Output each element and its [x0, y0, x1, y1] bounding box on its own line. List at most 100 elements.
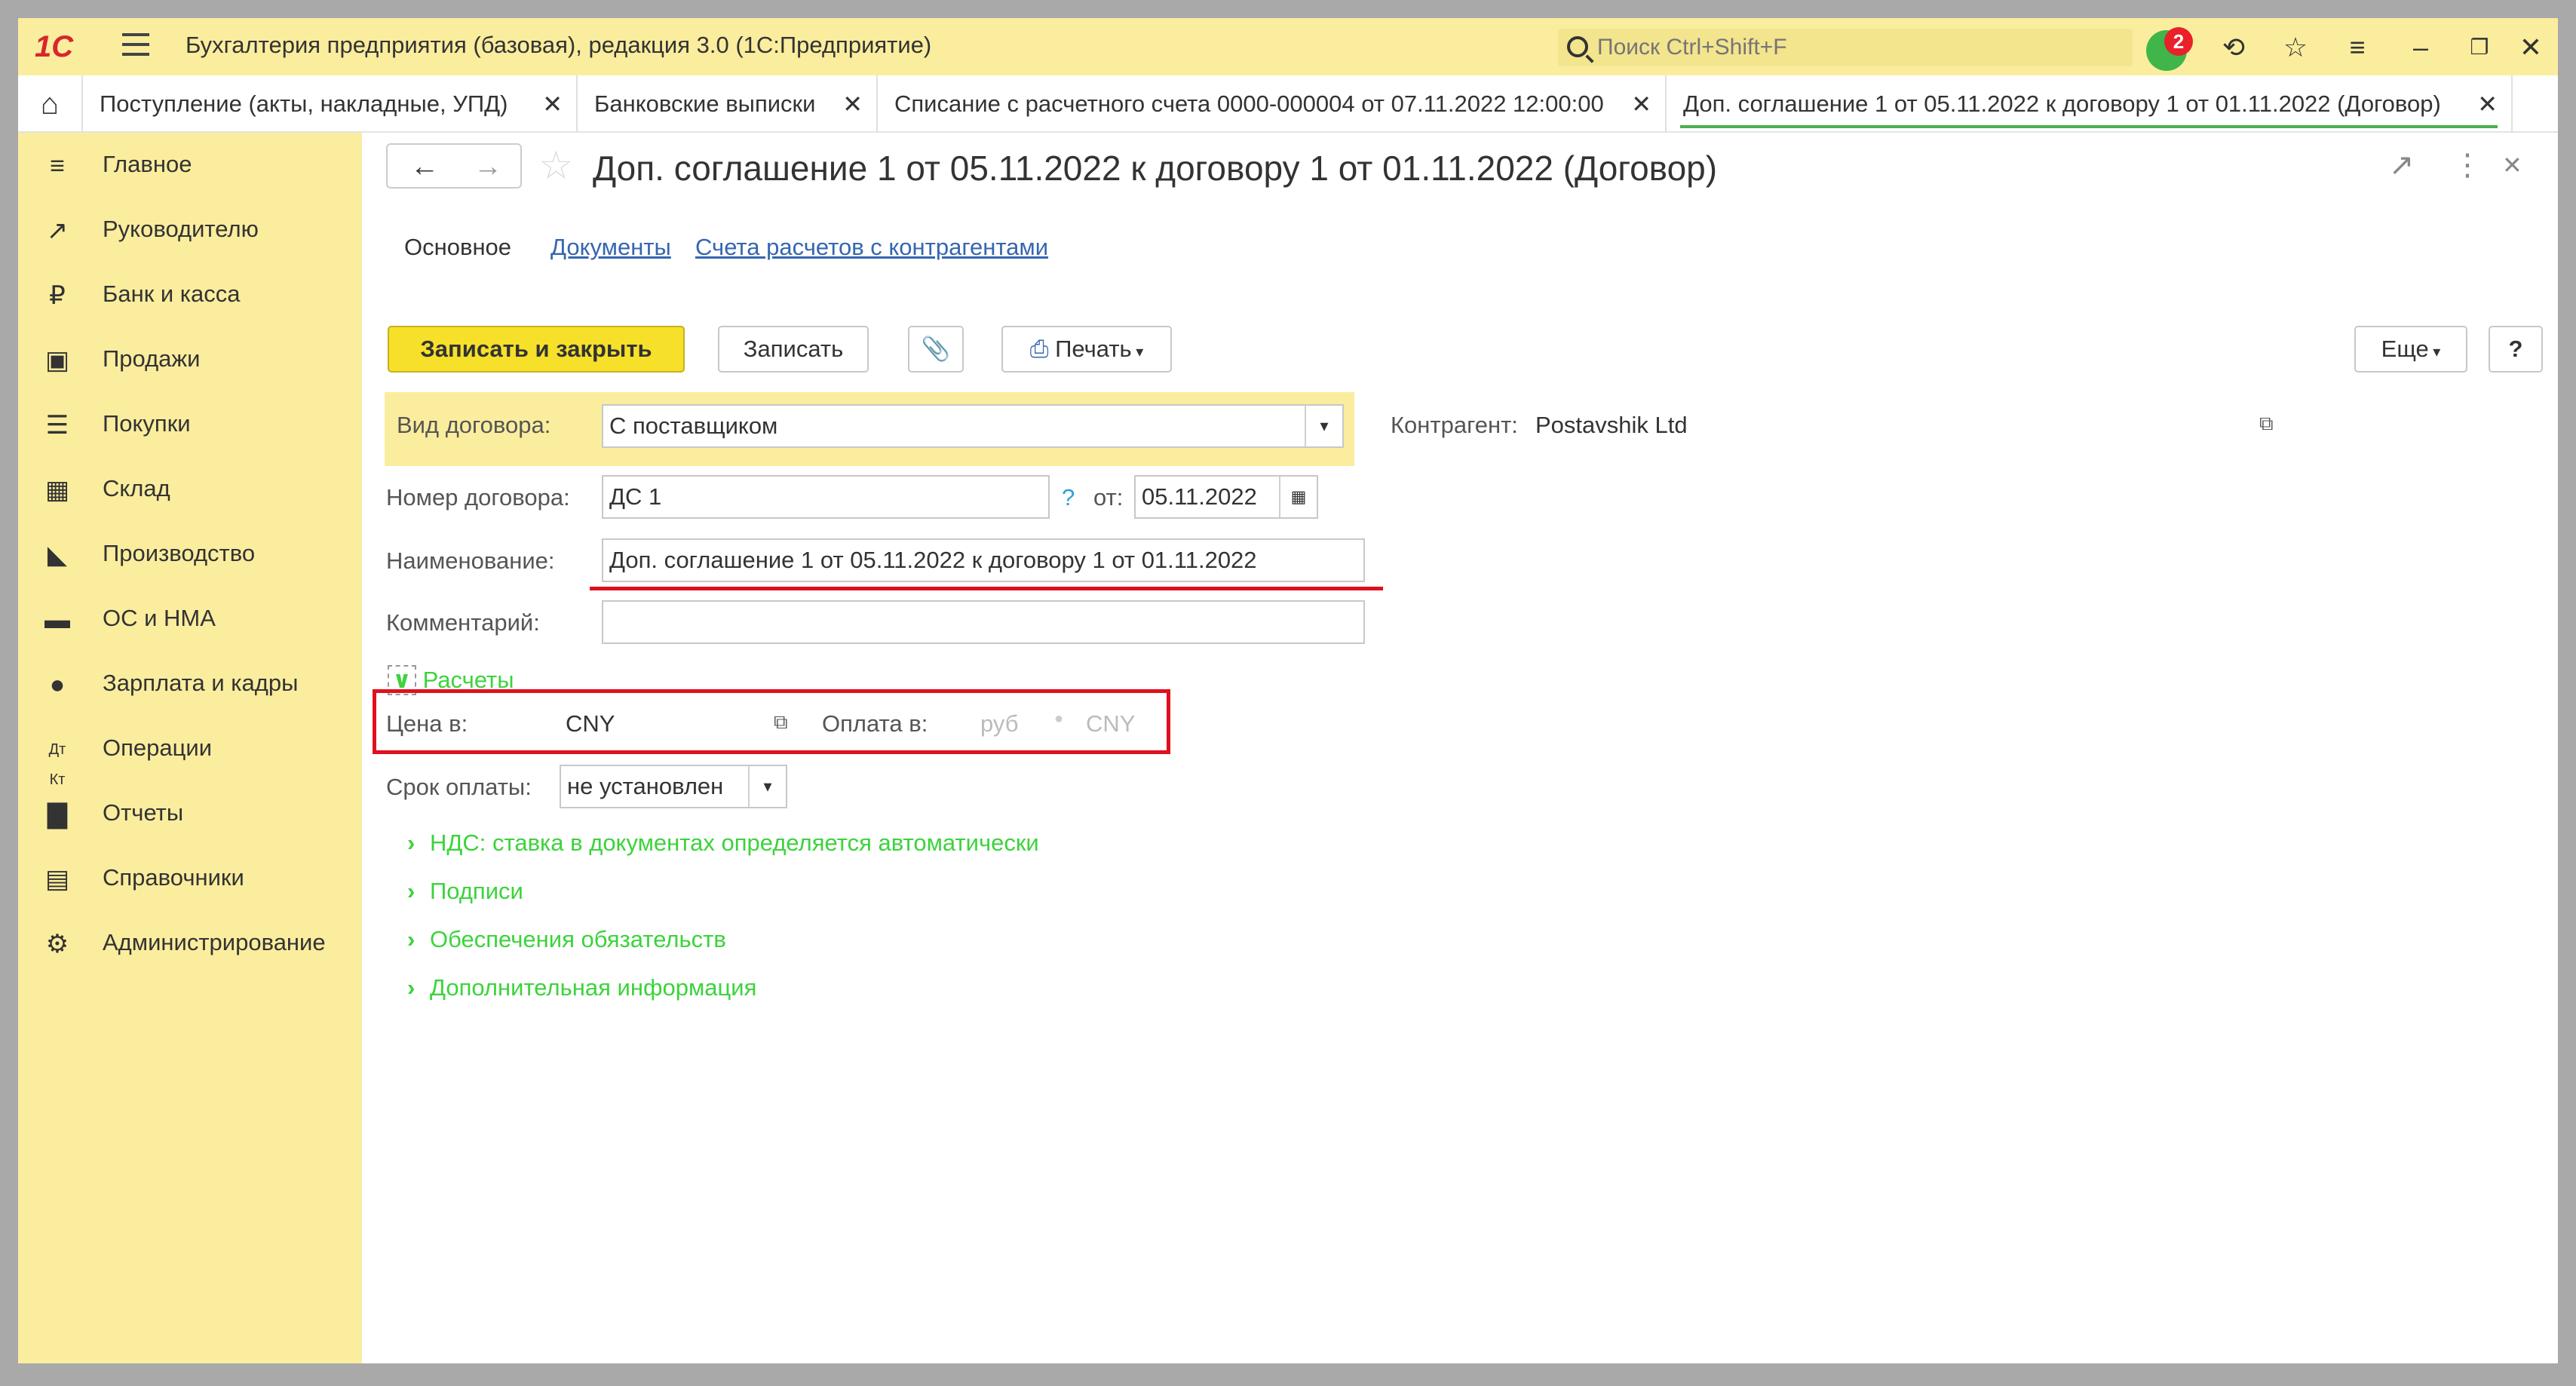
sidebar-item-main[interactable]: ≡ Главное — [18, 139, 362, 192]
calendar-icon[interactable]: ▦ — [1279, 477, 1317, 517]
payment-option-cny[interactable]: CNY — [1086, 710, 1135, 737]
close-tab-icon[interactable]: ✕ — [1631, 75, 1651, 133]
minimize-icon[interactable]: – — [2401, 29, 2440, 66]
tab-contract-amendment[interactable]: Доп. соглашение 1 от 05.11.2022 к догово… — [1667, 75, 2513, 133]
sidebar-item-reports[interactable]: ▇ Отчеты — [18, 787, 362, 840]
help-icon[interactable]: ? — [1062, 484, 1075, 511]
debit-credit-icon: Дт Кт — [48, 741, 66, 788]
home-icon[interactable]: ⌂ — [18, 75, 83, 133]
contract-number-label: Номер договора: — [386, 484, 570, 511]
sidebar-item-manager[interactable]: ↗ Руководителю — [18, 204, 362, 256]
main-menu-icon[interactable] — [122, 33, 149, 59]
cart-icon: ☰ — [45, 411, 69, 440]
more-button[interactable]: Еще ▾ — [2354, 326, 2467, 373]
save-and-close-button[interactable]: Записать и закрыть — [388, 326, 685, 373]
name-label: Наименование: — [386, 547, 555, 574]
book-icon: ▤ — [44, 865, 70, 894]
search-input[interactable] — [1597, 33, 2118, 62]
printer-icon: ⎙ — [1029, 336, 1056, 362]
open-counterparty-icon[interactable]: ⧉ — [2259, 412, 2274, 436]
menu-icon: ≡ — [50, 152, 65, 180]
tab-documents[interactable]: Документы — [550, 234, 671, 261]
chevron-right-icon: › — [407, 926, 416, 952]
counterparty-value[interactable]: Postavshik Ltd — [1535, 412, 1688, 439]
sidebar-item-bank[interactable]: ₽ Банк и касса — [18, 268, 362, 321]
print-button[interactable]: ⎙ Печать ▾ — [1001, 326, 1172, 373]
close-tab-icon[interactable]: ✕ — [2477, 75, 2498, 133]
sidebar-item-sales[interactable]: ▣ Продажи — [18, 333, 362, 386]
contract-number-input[interactable]: ДС 1 — [602, 475, 1050, 519]
tab-settlement-accounts[interactable]: Счета расчетов с контрагентами — [695, 234, 1048, 261]
obligations-section[interactable]: › Обеспечения обязательств — [407, 926, 726, 953]
tab-label: Доп. соглашение 1 от 05.11.2022 к догово… — [1683, 90, 2441, 117]
more-actions-icon[interactable]: ⋮ — [2452, 146, 2482, 184]
back-arrow-icon[interactable]: ← — [391, 149, 458, 184]
name-input[interactable]: Доп. соглашение 1 от 05.11.2022 к догово… — [602, 538, 1365, 582]
history-icon[interactable]: ⟲ — [2214, 29, 2253, 66]
dropdown-arrow-icon[interactable]: ▾ — [748, 766, 786, 807]
open-currency-icon[interactable]: ⧉ — [774, 710, 788, 734]
tab-label: Поступление (акты, накладные, УПД) — [100, 90, 508, 117]
close-window-icon[interactable]: ✕ — [2511, 29, 2550, 66]
shopping-bag-icon: ▣ — [44, 346, 70, 375]
date-label: от: — [1093, 484, 1124, 511]
sections-sidebar: ≡ Главное ↗ Руководителю ₽ Банк и касса ▣ Пр… — [18, 133, 362, 1363]
sidebar-item-admin[interactable]: ⚙ Администрирование — [18, 917, 362, 970]
sidebar-item-production[interactable]: ◣ Производство — [18, 528, 362, 581]
forward-arrow-icon[interactable]: → — [454, 149, 522, 184]
factory-icon: ◣ — [47, 541, 68, 569]
help-button[interactable]: ? — [2489, 326, 2543, 373]
currency-highlight-box — [373, 689, 1170, 754]
functions-menu-icon[interactable]: ≡ — [2338, 29, 2377, 66]
favorite-star-icon[interactable]: ☆ — [538, 143, 574, 189]
red-underline-highlight — [590, 587, 1383, 590]
bar-chart-icon: ▇ — [47, 800, 68, 829]
vat-section[interactable]: › НДС: ставка в документах определяется а… — [407, 829, 1039, 857]
payment-term-select[interactable]: не установлен ▾ — [560, 765, 787, 808]
attach-icon[interactable]: 📎 — [908, 326, 964, 373]
sidebar-item-purchases[interactable]: ☰ Покупки — [18, 398, 362, 451]
sidebar-item-catalogs[interactable]: ▤ Справочники — [18, 852, 362, 905]
tab-label: Списание с расчетного счета 0000-000004 … — [894, 90, 1604, 117]
price-currency-value[interactable]: CNY — [566, 710, 615, 737]
sidebar-item-warehouse[interactable]: ▦ Склад — [18, 463, 362, 516]
chevron-right-icon: › — [407, 974, 416, 1001]
counterparty-label: Контрагент: — [1391, 412, 1518, 438]
restore-icon[interactable]: ❐ — [2460, 29, 2499, 66]
sidebar-item-operations[interactable]: Дт Кт Операции — [18, 722, 362, 788]
signatures-section[interactable]: › Подписи — [407, 878, 523, 905]
close-tab-icon[interactable]: ✕ — [542, 75, 563, 133]
payment-in-label: Оплата в: — [822, 710, 928, 737]
truck-icon: ▬ — [44, 606, 70, 634]
search-box[interactable] — [1558, 29, 2133, 66]
chevron-right-icon: › — [407, 878, 416, 904]
link-icon[interactable]: ↗ — [2389, 146, 2415, 184]
notifications-badge: 2 — [2164, 27, 2193, 56]
coin-icon: ₽ — [49, 281, 66, 310]
additional-info-section[interactable]: › Дополнительная информация — [407, 974, 756, 1001]
comment-input[interactable] — [602, 600, 1365, 644]
app-title: Бухгалтерия предприятия (базовая), редак… — [186, 32, 932, 58]
dropdown-arrow-icon[interactable]: ▾ — [1305, 406, 1342, 446]
sidebar-item-payroll[interactable]: ● Зарплата и кадры — [18, 658, 362, 710]
favorites-star-icon[interactable]: ☆ — [2276, 29, 2315, 66]
sidebar-item-fixed-assets[interactable]: ▬ ОС и НМА — [18, 593, 362, 645]
save-button[interactable]: Записать — [718, 326, 869, 373]
tab-receipts[interactable]: Поступление (акты, накладные, УПД) ✕ — [83, 75, 578, 133]
tab-bank-statements[interactable]: Банковские выписки ✕ — [578, 75, 878, 133]
dropdown-arrow-icon: ▾ — [2428, 344, 2441, 360]
contract-date-input[interactable]: 05.11.2022 ▦ — [1134, 475, 1318, 519]
notifications-button[interactable]: 2 — [2146, 27, 2193, 71]
open-windows-tabs: ⌂ Поступление (акты, накладные, УПД) ✕ Б… — [18, 75, 2558, 133]
tab-label: Банковские выписки — [594, 90, 816, 117]
radio-icon: ● — [1054, 710, 1064, 727]
contract-type-select[interactable]: С поставщиком ▾ — [602, 404, 1344, 448]
payment-option-rub[interactable]: руб — [980, 710, 1019, 737]
close-tab-icon[interactable]: ✕ — [842, 75, 863, 133]
close-form-icon[interactable]: ✕ — [2502, 146, 2522, 184]
comment-label: Комментарий: — [386, 609, 540, 636]
price-in-label: Цена в: — [386, 710, 468, 737]
tab-write-off[interactable]: Списание с расчетного счета 0000-000004 … — [878, 75, 1667, 133]
tab-main[interactable]: Основное — [404, 234, 511, 261]
payment-term-label: Срок оплаты: — [386, 774, 532, 800]
